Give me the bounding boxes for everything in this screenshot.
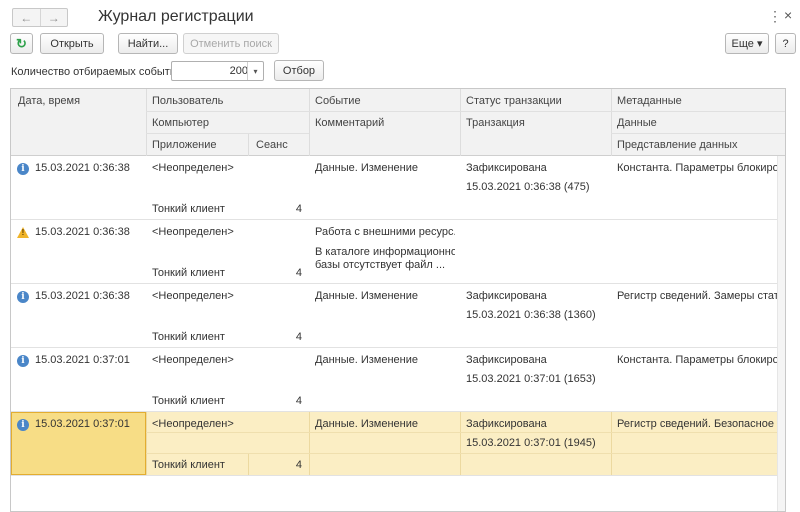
header-row-divider	[146, 133, 309, 134]
column-divider	[309, 412, 310, 475]
arrow-right-icon[interactable]: →	[39, 9, 68, 26]
row-application: Тонкий клиент	[152, 267, 225, 279]
row-divider	[146, 453, 785, 454]
row-event: Данные. Изменение	[315, 290, 419, 302]
column-divider	[460, 412, 461, 475]
column-header-session[interactable]: Сеанс	[256, 139, 288, 151]
row-metadata: Регистр сведений. Безопасное хр...	[617, 418, 783, 430]
column-divider	[460, 89, 461, 156]
row-event: Данные. Изменение	[315, 354, 419, 366]
warning-mark: !	[21, 228, 25, 237]
row-user: <Неопределен>	[152, 226, 234, 238]
row-metadata: Регистр сведений. Замеры стати...	[617, 290, 783, 302]
event-log-table: Дата, время Пользователь Компьютер Прило…	[10, 88, 786, 512]
row-status: Зафиксирована	[466, 354, 547, 366]
info-icon: i	[17, 291, 29, 303]
table-row-selected[interactable]: i 15.03.2021 0:37:01 <Неопределен> Тонки…	[11, 412, 785, 476]
table-row[interactable]: i 15.03.2021 0:37:01 <Неопределен> Тонки…	[11, 348, 785, 412]
column-header-transaction[interactable]: Транзакция	[466, 117, 525, 129]
column-header-event[interactable]: Событие	[315, 95, 361, 107]
menu-kebab-icon[interactable]: ⋮	[768, 9, 782, 23]
row-date: 15.03.2021 0:37:01	[35, 418, 130, 430]
refresh-icon: ↻	[16, 35, 27, 51]
row-session: 4	[295, 395, 302, 407]
column-divider	[611, 89, 612, 156]
row-user: <Неопределен>	[152, 290, 234, 302]
refresh-button[interactable]: ↻	[10, 33, 33, 54]
column-divider	[146, 89, 147, 156]
close-icon[interactable]: ×	[784, 8, 792, 22]
row-event: Данные. Изменение	[315, 418, 419, 430]
column-header-user[interactable]: Пользователь	[152, 95, 223, 107]
table-row[interactable]: i 15.03.2021 0:36:38 <Неопределен> Тонки…	[11, 284, 785, 348]
column-divider	[248, 133, 249, 156]
column-header-data-presentation[interactable]: Представление данных	[617, 139, 737, 151]
row-user: <Неопределен>	[152, 354, 234, 366]
row-event: Работа с внешними ресурс...	[315, 226, 455, 238]
navigation-buttons: ← →	[12, 8, 68, 27]
row-session: 4	[295, 459, 302, 471]
title-bar: ← → Журнал регистрации ⋮ ×	[0, 0, 800, 30]
info-icon: i	[17, 163, 29, 175]
row-user: <Неопределен>	[152, 162, 234, 174]
row-application: Тонкий клиент	[152, 331, 225, 343]
column-divider	[146, 412, 147, 475]
row-transaction: 15.03.2021 0:37:01 (1945)	[466, 437, 596, 449]
page-title: Журнал регистрации	[98, 8, 254, 25]
row-transaction: 15.03.2021 0:36:38 (475)	[466, 181, 590, 193]
vertical-scrollbar[interactable]	[777, 156, 785, 511]
row-transaction: 15.03.2021 0:36:38 (1360)	[466, 309, 596, 321]
row-transaction: 15.03.2021 0:37:01 (1653)	[466, 373, 596, 385]
row-session: 4	[295, 331, 302, 343]
row-metadata: Константа. Параметры блокировк...	[617, 162, 783, 174]
row-divider	[146, 432, 785, 433]
table-row[interactable]: ! 15.03.2021 0:36:38 <Неопределен> Тонки…	[11, 220, 785, 284]
arrow-left-icon[interactable]: ←	[13, 9, 40, 26]
row-date: 15.03.2021 0:36:38	[35, 162, 130, 174]
events-count-input[interactable]: 200 ▾	[171, 61, 264, 81]
column-header-application[interactable]: Приложение	[152, 139, 217, 151]
column-header-date[interactable]: Дата, время	[18, 95, 80, 107]
row-date: 15.03.2021 0:36:38	[35, 226, 130, 238]
events-count-label: Количество отбираемых событий:	[11, 66, 186, 78]
column-header-comment[interactable]: Комментарий	[315, 117, 384, 129]
info-icon: i	[17, 355, 29, 367]
row-comment-line2: базы отсутствует файл ...	[315, 259, 446, 271]
column-divider	[309, 89, 310, 156]
open-button[interactable]: Открыть	[40, 33, 104, 54]
column-header-metadata[interactable]: Метаданные	[617, 95, 682, 107]
row-application: Тонкий клиент	[152, 395, 225, 407]
table-header: Дата, время Пользователь Компьютер Прило…	[11, 89, 785, 156]
info-icon: i	[17, 419, 29, 431]
help-button[interactable]: ?	[775, 33, 796, 54]
chevron-down-icon[interactable]: ▾	[247, 62, 263, 80]
cancel-search-button[interactable]: Отменить поиск	[183, 33, 279, 54]
find-button[interactable]: Найти...	[118, 33, 178, 54]
table-row[interactable]: i 15.03.2021 0:36:38 <Неопределен> Тонки…	[11, 156, 785, 220]
row-status: Зафиксирована	[466, 418, 547, 430]
row-user: <Неопределен>	[152, 418, 234, 430]
row-status: Зафиксирована	[466, 290, 547, 302]
column-header-computer[interactable]: Компьютер	[152, 117, 209, 129]
more-button[interactable]: Еще ▾	[725, 33, 769, 54]
events-count-value: 200	[229, 65, 248, 77]
row-session: 4	[295, 203, 302, 215]
row-event: Данные. Изменение	[315, 162, 419, 174]
row-date: 15.03.2021 0:37:01	[35, 354, 130, 366]
header-row-divider	[611, 133, 785, 134]
column-header-status[interactable]: Статус транзакции	[466, 95, 562, 107]
row-session: 4	[295, 267, 302, 279]
row-application: Тонкий клиент	[152, 459, 225, 471]
column-divider	[611, 412, 612, 475]
filter-button[interactable]: Отбор	[274, 60, 324, 81]
row-comment: В каталоге информационной	[315, 246, 455, 258]
row-application: Тонкий клиент	[152, 203, 225, 215]
row-metadata: Константа. Параметры блокировк...	[617, 354, 783, 366]
row-status: Зафиксирована	[466, 162, 547, 174]
column-header-data[interactable]: Данные	[617, 117, 657, 129]
header-row-divider	[146, 111, 785, 112]
row-date: 15.03.2021 0:36:38	[35, 290, 130, 302]
